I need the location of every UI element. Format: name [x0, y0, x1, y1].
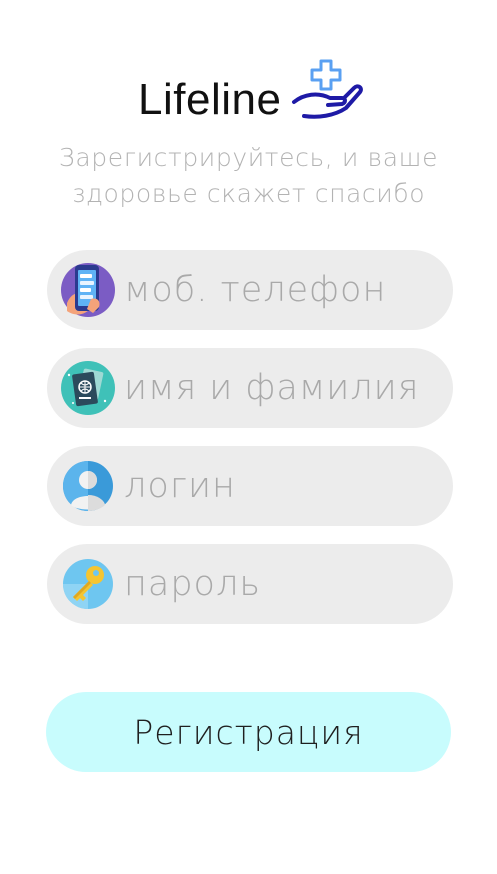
subtitle-line-1: Зарегистрируйтесь, и ваше: [58, 143, 439, 172]
full-name-field[interactable]: имя и фамилия: [47, 348, 453, 428]
phone-field[interactable]: моб. телефон: [47, 250, 453, 330]
subtitle-line-2: здоровье скажет спасибо: [71, 179, 426, 208]
login-field[interactable]: логин: [47, 446, 453, 526]
register-button[interactable]: Регистрация: [46, 692, 451, 772]
app-logo: Lifeline: [138, 58, 368, 128]
login-placeholder: логин: [124, 466, 236, 506]
passport-icon: [61, 361, 115, 415]
password-field[interactable]: пароль: [47, 544, 453, 624]
key-icon: [63, 559, 113, 609]
app-name: Lifeline: [138, 75, 282, 124]
full-name-placeholder: имя и фамилия: [124, 368, 420, 408]
page-subtitle: Зарегистрируйтесь, и ваше здоровье скаже…: [0, 140, 497, 212]
user-icon: [63, 461, 113, 511]
hand-with-medical-cross-icon: [292, 59, 363, 119]
phone-icon: [61, 263, 115, 317]
password-placeholder: пароль: [124, 564, 261, 604]
phone-placeholder: моб. телефон: [124, 270, 387, 310]
